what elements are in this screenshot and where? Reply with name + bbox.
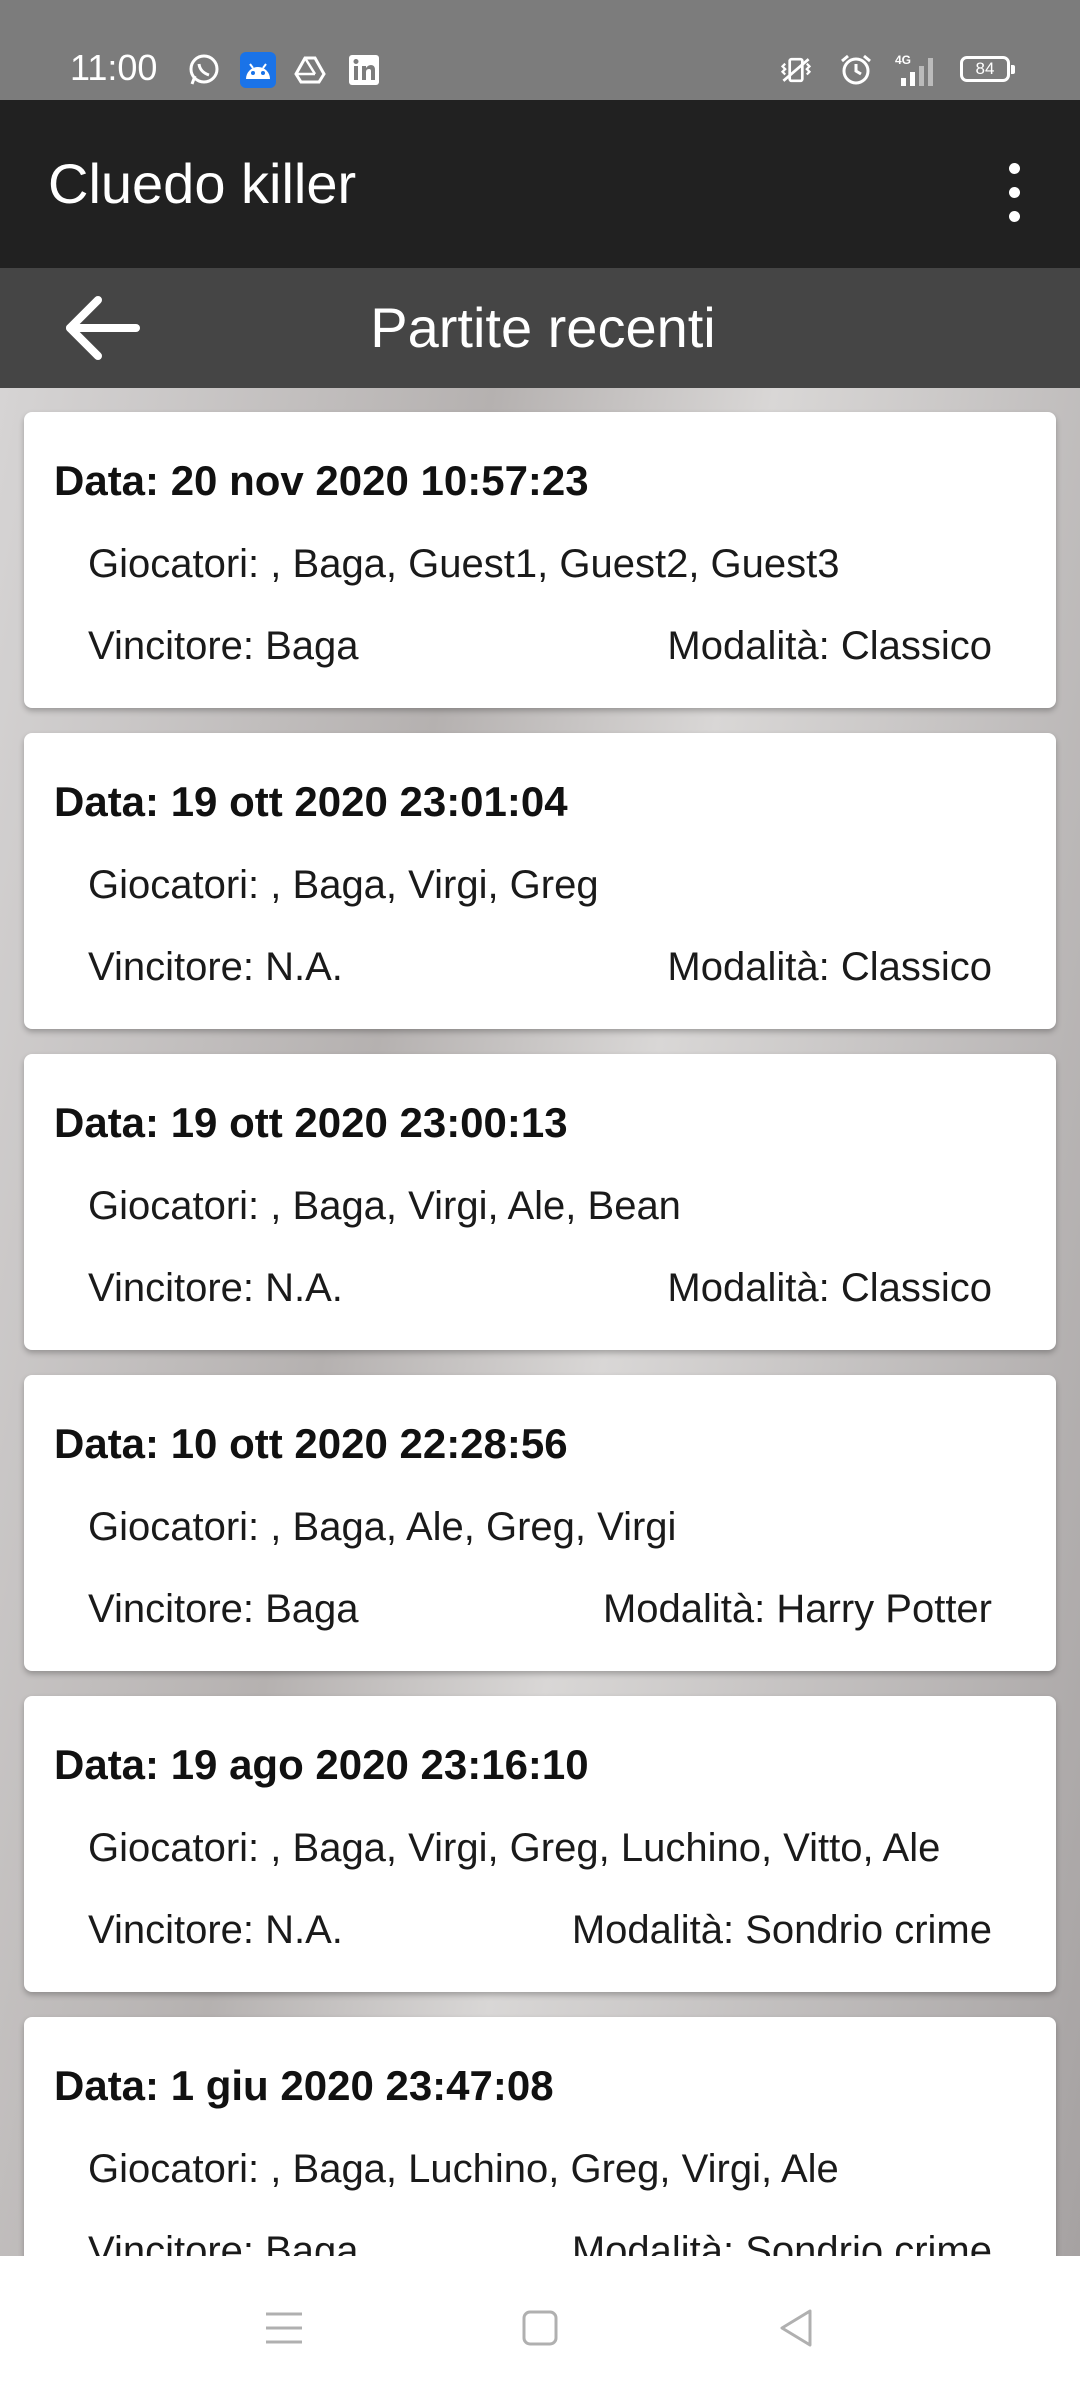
recent-games-list[interactable]: Data: 20 nov 2020 10:57:23 Giocatori: , … xyxy=(0,388,1080,2256)
status-time: 11:00 xyxy=(70,47,158,88)
linkedin-icon xyxy=(346,52,382,88)
home-icon[interactable] xyxy=(508,2296,572,2360)
back-icon[interactable] xyxy=(764,2296,828,2360)
game-players: Giocatori: , Baga, Guest1, Guest2, Guest… xyxy=(88,542,840,586)
game-players: Giocatori: , Baga, Ale, Greg, Virgi xyxy=(88,1505,677,1549)
game-date: Data: 19 ott 2020 23:01:04 xyxy=(54,778,568,825)
game-card[interactable]: Data: 19 ago 2020 23:16:10 Giocatori: , … xyxy=(24,1696,1056,1992)
sub-header: Partite recenti xyxy=(0,268,1080,388)
game-winner: Vincitore: Baga xyxy=(88,2229,359,2256)
game-mode: Modalità: Sondrio crime xyxy=(571,1908,992,1952)
game-card[interactable]: Data: 20 nov 2020 10:57:23 Giocatori: , … xyxy=(24,412,1056,708)
game-card[interactable]: Data: 19 ott 2020 23:01:04 Giocatori: , … xyxy=(24,733,1056,1029)
svg-text:4G: 4G xyxy=(895,53,911,67)
game-winner: Vincitore: N.A. xyxy=(88,1908,343,1952)
battery-indicator: 84 xyxy=(960,56,1015,82)
game-mode: Modalità: Sondrio crime xyxy=(571,2229,992,2256)
game-card[interactable]: Data: 19 ott 2020 23:00:13 Giocatori: , … xyxy=(24,1054,1056,1350)
status-bar: 11:00 4G 84 xyxy=(0,0,1080,100)
game-date: Data: 19 ago 2020 23:16:10 xyxy=(54,1741,589,1788)
game-date: Data: 19 ott 2020 23:00:13 xyxy=(54,1099,568,1146)
overflow-menu-icon[interactable] xyxy=(990,156,1038,228)
game-winner: Vincitore: Baga xyxy=(88,624,359,668)
game-mode: Modalità: Classico xyxy=(667,624,992,668)
signal-4g-icon: 4G xyxy=(892,52,940,88)
game-winner: Vincitore: Baga xyxy=(88,1587,359,1631)
game-card[interactable]: Data: 10 ott 2020 22:28:56 Giocatori: , … xyxy=(24,1375,1056,1671)
screen: 11:00 4G 84 Cluedo killer Partite recent… xyxy=(0,0,1080,2400)
app-bar: Cluedo killer xyxy=(0,100,1080,268)
game-mode: Modalità: Classico xyxy=(667,945,992,989)
menu-icon[interactable] xyxy=(252,2296,316,2360)
game-players: Giocatori: , Baga, Virgi, Ale, Bean xyxy=(88,1184,681,1228)
game-winner: Vincitore: N.A. xyxy=(88,1266,343,1310)
drive-icon xyxy=(292,52,328,88)
game-mode: Modalità: Harry Potter xyxy=(602,1587,992,1631)
game-winner: Vincitore: N.A. xyxy=(88,945,343,989)
game-players: Giocatori: , Baga, Virgi, Greg xyxy=(88,863,599,907)
system-nav-bar xyxy=(0,2256,1080,2400)
game-date: Data: 10 ott 2020 22:28:56 xyxy=(54,1420,568,1467)
game-mode: Modalità: Classico xyxy=(667,1266,992,1310)
alarm-icon xyxy=(838,52,874,88)
whatsapp-icon xyxy=(186,52,222,88)
game-date: Data: 20 nov 2020 10:57:23 xyxy=(54,457,589,504)
game-players: Giocatori: , Baga, Luchino, Greg, Virgi,… xyxy=(88,2147,839,2191)
game-players: Giocatori: , Baga, Virgi, Greg, Luchino,… xyxy=(88,1826,941,1870)
game-card[interactable]: Data: 1 giu 2020 23:47:08 Giocatori: , B… xyxy=(24,2017,1056,2256)
vibrate-icon xyxy=(778,52,814,88)
page-title: Partite recenti xyxy=(370,296,716,359)
game-date: Data: 1 giu 2020 23:47:08 xyxy=(54,2062,554,2109)
android-icon xyxy=(240,52,276,88)
app-title: Cluedo killer xyxy=(48,152,357,215)
